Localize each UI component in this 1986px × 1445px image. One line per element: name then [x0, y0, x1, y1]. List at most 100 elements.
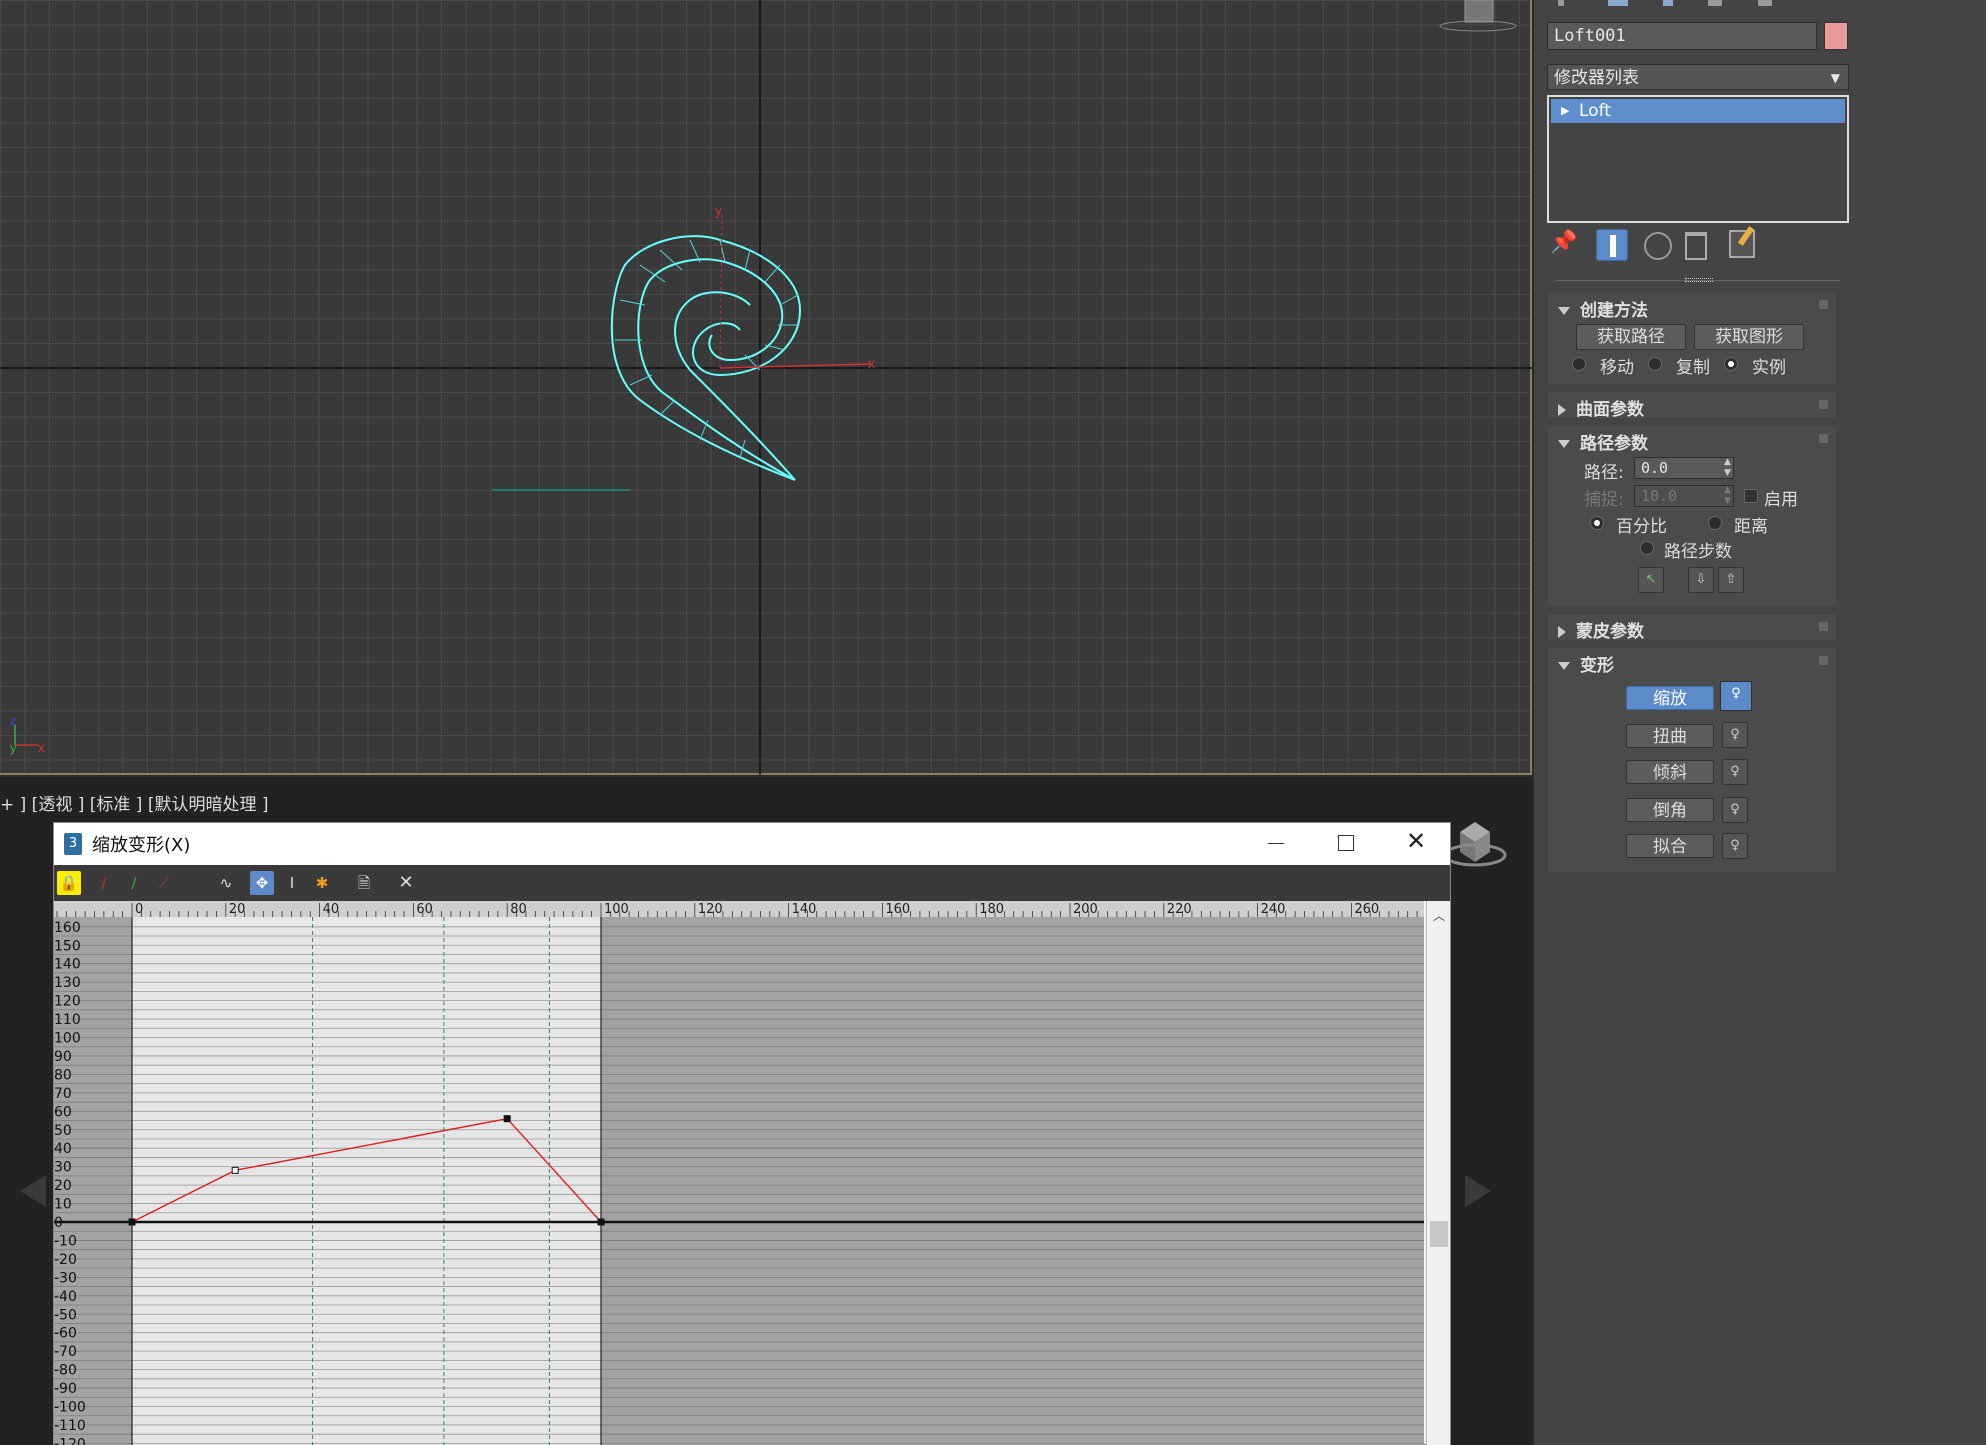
- scale-toggle-bulb-icon[interactable]: ♀: [1720, 681, 1752, 711]
- rollout-menu-icon[interactable]: [1819, 300, 1828, 309]
- configure-sets-icon[interactable]: [1729, 226, 1755, 258]
- get-path-button[interactable]: 获取路径: [1576, 324, 1686, 350]
- y-tick-label: -20: [54, 1252, 77, 1268]
- scale-control-point-icon[interactable]: I: [280, 871, 304, 895]
- path-spinner[interactable]: 0.0: [1634, 457, 1734, 479]
- show-end-result-icon[interactable]: [1596, 229, 1628, 261]
- rollout-header[interactable]: 创建方法: [1558, 296, 1648, 321]
- vertical-scrollbar[interactable]: ︿: [1426, 901, 1450, 1445]
- deformation-graph[interactable]: 0 20 40 60 80 100 120 140 160 180 200 220 240 260 160 1…: [54, 901, 1424, 1445]
- twist-toggle-bulb-icon[interactable]: ♀: [1722, 722, 1748, 748]
- rollout-header[interactable]: 蒙皮参数: [1558, 617, 1644, 642]
- scale-deform-button[interactable]: 缩放: [1626, 686, 1714, 710]
- bevel-toggle-bulb-icon[interactable]: ♀: [1722, 797, 1748, 823]
- radio-move[interactable]: [1572, 357, 1586, 371]
- rollout-header[interactable]: 曲面参数: [1558, 395, 1644, 420]
- x-tick-label: 100: [604, 902, 629, 917]
- rollout-skin-params[interactable]: 蒙皮参数: [1548, 614, 1836, 642]
- path-label: 路径:: [1584, 463, 1624, 483]
- insert-corner-point-icon[interactable]: ✱: [310, 871, 334, 895]
- teeter-toggle-bulb-icon[interactable]: ♀: [1722, 759, 1748, 785]
- radio-copy[interactable]: [1648, 357, 1662, 371]
- panel-resize-handle[interactable]: [1685, 278, 1713, 282]
- x-tick-label: 0: [135, 902, 143, 917]
- rollout-menu-icon[interactable]: [1819, 400, 1828, 409]
- y-tick-label: 120: [54, 994, 81, 1010]
- deformation-graph-svg[interactable]: 0 20 40 60 80 100 120 140 160 180 200 220 240 2601601…: [54, 901, 1424, 1445]
- rollout-title: 创建方法: [1580, 301, 1648, 321]
- dropdown-arrow-icon: ▼: [1830, 71, 1840, 85]
- fit-toggle-bulb-icon[interactable]: ♀: [1722, 833, 1748, 859]
- dialog-titlebar[interactable]: 3 缩放变形(X) ✕: [54, 823, 1450, 865]
- object-name-field[interactable]: Loft001: [1547, 22, 1817, 50]
- radio-distance[interactable]: [1708, 516, 1722, 530]
- expand-icon[interactable]: ▶: [1561, 99, 1569, 123]
- rollout-header[interactable]: 路径参数: [1558, 429, 1648, 454]
- modifier-list-label: 修改器列表: [1554, 68, 1639, 88]
- swap-curves-icon[interactable]: ∿: [214, 871, 238, 895]
- rollout-title: 路径参数: [1580, 434, 1648, 454]
- y-tick-label: -70: [54, 1344, 77, 1360]
- rollout-header[interactable]: 变形: [1558, 651, 1614, 676]
- display-xy-icon[interactable]: ⟋: [152, 871, 176, 895]
- twist-deform-button[interactable]: 扭曲: [1626, 724, 1714, 748]
- remove-modifier-icon[interactable]: [1685, 232, 1707, 260]
- rollout-title: 蒙皮参数: [1576, 622, 1644, 642]
- control-point[interactable]: [503, 1115, 511, 1123]
- local-x-label: x: [868, 355, 875, 371]
- snap-spinner[interactable]: 10.0: [1634, 485, 1734, 507]
- get-shape-button[interactable]: 获取图形: [1694, 324, 1804, 350]
- display-y-icon[interactable]: ∕: [122, 871, 146, 895]
- delete-control-point-icon[interactable]: 🗎: [352, 871, 376, 895]
- panel-tabs-icons[interactable]: [1548, 0, 1848, 12]
- reset-curve-icon[interactable]: ✕: [394, 871, 418, 895]
- display-x-icon[interactable]: ∕: [92, 871, 116, 895]
- rollout-surface-params[interactable]: 曲面参数: [1548, 392, 1836, 420]
- y-tick-label: -90: [54, 1381, 77, 1397]
- y-tick-label: 90: [54, 1049, 72, 1065]
- rollout-menu-icon[interactable]: [1819, 434, 1828, 443]
- scroll-thumb[interactable]: [1430, 1221, 1448, 1247]
- spinner-arrows-icon[interactable]: ▲ ▼: [1724, 485, 1731, 507]
- modifier-list-dropdown[interactable]: 修改器列表 ▼: [1547, 64, 1849, 90]
- bevel-deform-button[interactable]: 倒角: [1626, 798, 1714, 822]
- control-point[interactable]: [128, 1218, 136, 1226]
- y-tick-label: 0: [54, 1215, 63, 1231]
- minimize-icon[interactable]: [1268, 843, 1284, 844]
- scale-deformation-dialog: 3 缩放变形(X) ✕ 🔒 ∕ ∕ ⟋ ∿ ✥ I ✱ 🗎 ✕ 0 20 40 60 8…: [53, 822, 1451, 1445]
- pin-stack-icon[interactable]: 📌: [1550, 230, 1578, 258]
- close-icon[interactable]: ✕: [1406, 827, 1426, 855]
- move-control-point-icon[interactable]: ✥: [250, 871, 274, 895]
- make-symmetrical-icon[interactable]: 🔒: [57, 871, 81, 895]
- dialog-toolbar: 🔒 ∕ ∕ ⟋ ∿ ✥ I ✱ 🗎 ✕: [54, 865, 1450, 901]
- y-tick-label: 30: [54, 1160, 72, 1176]
- enable-checkbox[interactable]: [1744, 489, 1758, 503]
- radio-instance[interactable]: [1724, 357, 1738, 371]
- stack-item-loft[interactable]: ▶ Loft: [1551, 99, 1845, 123]
- modifier-stack[interactable]: ▶ Loft: [1547, 95, 1849, 223]
- object-color-swatch[interactable]: [1824, 22, 1848, 50]
- y-tick-label: -30: [54, 1270, 77, 1286]
- fit-deform-button[interactable]: 拟合: [1626, 834, 1714, 858]
- y-tick-label: 80: [54, 1067, 72, 1083]
- pick-shape-icon[interactable]: ↖: [1638, 567, 1664, 593]
- dialog-title: 缩放变形(X): [92, 835, 191, 856]
- make-unique-icon[interactable]: [1644, 232, 1672, 260]
- viewport-label[interactable]: + ] [透视 ] [标准 ] [默认明暗处理 ]: [0, 790, 269, 815]
- rollout-menu-icon[interactable]: [1819, 656, 1828, 665]
- control-point[interactable]: [231, 1166, 239, 1174]
- rollout-menu-icon[interactable]: [1819, 622, 1828, 631]
- viewport-top[interactable]: y x z y x: [0, 0, 1532, 775]
- rollout-creation-method: 创建方法 获取路径 获取图形 移动 复制 实例: [1548, 292, 1836, 384]
- radio-percent[interactable]: [1590, 516, 1604, 530]
- control-point[interactable]: [597, 1218, 605, 1226]
- scroll-up-icon[interactable]: ︿: [1433, 907, 1445, 924]
- next-shape-icon[interactable]: ⇧: [1718, 567, 1744, 593]
- x-tick-label: 180: [979, 902, 1004, 917]
- radio-path-steps[interactable]: [1640, 541, 1654, 555]
- maximize-icon[interactable]: [1338, 835, 1354, 851]
- previous-shape-icon[interactable]: ⇩: [1688, 567, 1714, 593]
- label-percent: 百分比: [1616, 517, 1667, 537]
- spinner-arrows-icon[interactable]: ▲ ▼: [1724, 457, 1731, 479]
- teeter-deform-button[interactable]: 倾斜: [1626, 760, 1714, 784]
